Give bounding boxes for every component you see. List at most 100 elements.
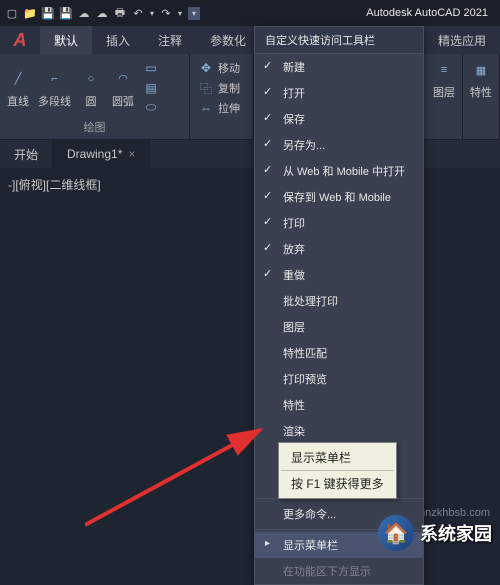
tab-default[interactable]: 默认 xyxy=(40,26,92,54)
menu-item-label: 另存为... xyxy=(283,140,325,152)
watermark-logo-icon: 🏠 xyxy=(378,515,414,551)
circle-icon: ○ xyxy=(79,67,103,91)
move-label: 移动 xyxy=(218,60,240,76)
menu-show-menubar-label: 显示菜单栏 xyxy=(283,540,338,552)
menu-item-label: 特性匹配 xyxy=(283,348,327,360)
tooltip-title: 显示菜单栏 xyxy=(281,445,394,470)
polyline-label: 多段线 xyxy=(38,93,71,109)
watermark-text: 系统家园 xyxy=(420,520,492,546)
properties-icon: ▦ xyxy=(469,58,493,82)
menu-item-label: 打印预览 xyxy=(283,374,327,386)
layer-icon: ≡ xyxy=(432,58,456,82)
circle-label: 圆 xyxy=(86,93,97,109)
arc-icon: ◠ xyxy=(111,67,135,91)
tab-start-label: 开始 xyxy=(14,146,38,163)
menu-item[interactable]: 打印预览 xyxy=(255,366,423,392)
line-button[interactable]: ╱ 直线 xyxy=(6,67,30,109)
qat-open-icon[interactable]: 📁 xyxy=(22,5,38,21)
menu-item[interactable]: 特性 xyxy=(255,392,423,418)
qat-new-icon[interactable]: ▢ xyxy=(4,5,20,21)
rect-icon[interactable]: ▭ xyxy=(143,60,159,76)
menu-item[interactable]: 批处理打印 xyxy=(255,288,423,314)
menu-item[interactable]: ✓ 保存 xyxy=(255,106,423,132)
ellipse-icon[interactable]: ⬭ xyxy=(143,100,159,116)
app-title: Autodesk AutoCAD 2021 xyxy=(366,7,496,19)
hatch-icon[interactable]: ▤ xyxy=(143,80,159,96)
close-icon[interactable]: × xyxy=(128,147,135,161)
view-controls[interactable]: -][俯视][二维线框] xyxy=(8,176,101,193)
layer-button[interactable]: ≡ 图层 xyxy=(432,58,456,100)
stretch-button[interactable]: ⇔ 拉伸 xyxy=(196,98,247,118)
qat-save-icon[interactable]: 💾 xyxy=(40,5,56,21)
qat-web-save-icon[interactable]: ☁ xyxy=(94,5,110,21)
menu-item[interactable]: 特性匹配 xyxy=(255,340,423,366)
menu-item-label: 渲染 xyxy=(283,426,305,438)
draw-panel-label: 绘图 xyxy=(6,117,183,135)
menu-item[interactable]: ✓新建 xyxy=(255,54,423,80)
menu-item-label: 保存 xyxy=(283,114,305,126)
menu-item[interactable]: ✓ 重做 xyxy=(255,262,423,288)
ribbon-content: ╱ 直线 ⌐ 多段线 ○ 圆 ◠ 圆弧 ▭ ▤ ⬭ 绘图 ✥ xyxy=(0,54,500,140)
check-icon: ✓ xyxy=(263,163,272,176)
menu-item-label: 放弃 xyxy=(283,244,305,256)
menu-item[interactable]: ✓ 保存到 Web 和 Mobile xyxy=(255,184,423,210)
copy-label: 复制 xyxy=(218,80,240,96)
qat-redo-dropdown[interactable]: ▾ xyxy=(178,9,182,18)
move-icon: ✥ xyxy=(198,60,214,76)
tab-drawing1-label: Drawing1* xyxy=(67,147,122,161)
qat-customize-dropdown[interactable]: ▾ xyxy=(188,7,200,20)
layer-panel: ≡ 图层 xyxy=(426,54,463,139)
file-tabs: 开始 Drawing1* × xyxy=(0,140,500,168)
qat-web-open-icon[interactable]: ☁ xyxy=(76,5,92,21)
tab-parametric[interactable]: 参数化 xyxy=(196,26,260,54)
polyline-button[interactable]: ⌐ 多段线 xyxy=(38,67,71,109)
menu-item-label: 新建 xyxy=(283,62,305,74)
circle-button[interactable]: ○ 圆 xyxy=(79,67,103,109)
canvas-area[interactable]: -][俯视][二维线框] xyxy=(0,168,500,559)
qat-print-icon[interactable]: 🖶 xyxy=(112,5,128,21)
menu-header: 自定义快速访问工具栏 xyxy=(255,27,423,54)
menu-item-label: 保存到 Web 和 Mobile xyxy=(283,192,391,204)
check-icon: ✓ xyxy=(263,111,272,124)
check-icon: ✓ xyxy=(263,215,272,228)
app-logo[interactable]: A xyxy=(0,26,40,54)
copy-icon: ⿻ xyxy=(198,80,214,96)
qat-undo-icon[interactable]: ↶ xyxy=(130,5,146,21)
tab-featured[interactable]: 精选应用 xyxy=(424,26,500,54)
check-icon: ✓ xyxy=(263,189,272,202)
menu-item-label: 打开 xyxy=(283,88,305,100)
polyline-icon: ⌐ xyxy=(43,67,67,91)
arc-label: 圆弧 xyxy=(112,93,134,109)
check-icon: ✓ xyxy=(263,241,272,254)
menu-item[interactable]: 渲染 xyxy=(255,418,423,444)
menu-item-label: 批处理打印 xyxy=(283,296,338,308)
menu-item[interactable]: 图层 xyxy=(255,314,423,340)
menu-item[interactable]: ✓从 Web 和 Mobile 中打开 xyxy=(255,158,423,184)
menu-below-ribbon[interactable]: 在功能区下方显示 xyxy=(255,558,423,584)
arc-button[interactable]: ◠ 圆弧 xyxy=(111,67,135,109)
watermark: 🏠 系统家园 xyxy=(378,515,492,551)
move-button[interactable]: ✥ 移动 xyxy=(196,58,247,78)
menu-item[interactable]: ✓打印 xyxy=(255,210,423,236)
properties-panel: ▦ 特性 xyxy=(463,54,500,139)
copy-button[interactable]: ⿻ 复制 xyxy=(196,78,247,98)
qat-undo-dropdown[interactable]: ▾ xyxy=(150,9,154,18)
menu-item-label: 重做 xyxy=(283,270,305,282)
tab-annotate[interactable]: 注释 xyxy=(144,26,196,54)
qat-redo-icon[interactable]: ↷ xyxy=(158,5,174,21)
line-label: 直线 xyxy=(7,93,29,109)
tab-insert[interactable]: 插入 xyxy=(92,26,144,54)
properties-label: 特性 xyxy=(470,84,492,100)
pointer-arrow-icon: ▸ xyxy=(265,538,270,549)
menu-item[interactable]: ✓另存为... xyxy=(255,132,423,158)
qat-saveas-icon[interactable]: 💾 xyxy=(58,5,74,21)
menu-item[interactable]: ✓打开 xyxy=(255,80,423,106)
properties-button[interactable]: ▦ 特性 xyxy=(469,58,493,100)
menu-item[interactable]: ✓ 放弃 xyxy=(255,236,423,262)
layer-label: 图层 xyxy=(433,84,455,100)
tab-drawing1[interactable]: Drawing1* × xyxy=(53,140,150,168)
stretch-label: 拉伸 xyxy=(218,100,240,116)
titlebar: ▢ 📁 💾 💾 ☁ ☁ 🖶 ↶ ▾ ↷ ▾ ▾ Autodesk AutoCAD… xyxy=(0,0,500,26)
check-icon: ✓ xyxy=(263,267,272,280)
tab-start[interactable]: 开始 xyxy=(0,140,53,168)
